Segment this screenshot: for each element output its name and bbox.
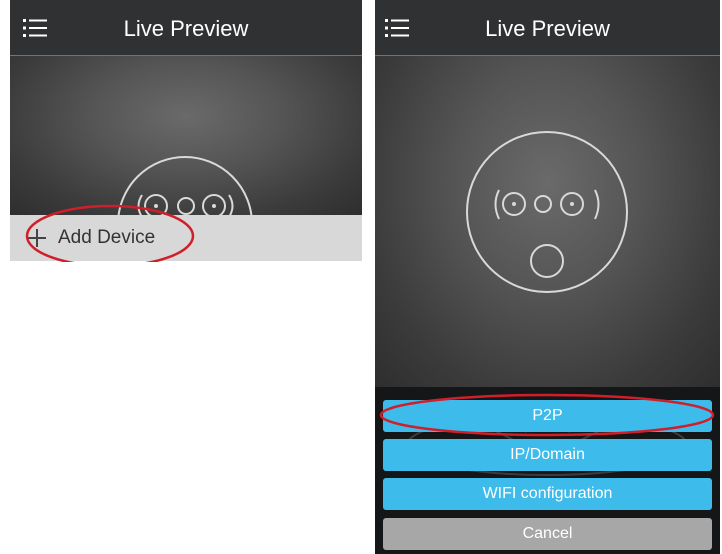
header-bar: Live Preview <box>10 0 362 56</box>
ip-domain-button[interactable]: IP/Domain <box>383 439 712 471</box>
page-title: Live Preview <box>123 16 249 41</box>
plus-icon <box>28 229 46 247</box>
video-preview-area <box>375 56 720 387</box>
left-phone-screen: Live Preview Add Device <box>10 0 362 262</box>
add-device-action-sheet: P2P IP/Domain WIFI configuration Cancel <box>375 387 720 554</box>
p2p-button[interactable]: P2P <box>383 400 712 432</box>
cancel-button[interactable]: Cancel <box>383 518 712 550</box>
no-camera-face-icon <box>117 156 253 215</box>
page-title: Live Preview <box>485 16 610 41</box>
video-preview-area <box>10 56 362 215</box>
no-camera-face-icon <box>466 131 628 293</box>
wifi-configuration-button[interactable]: WIFI configuration <box>383 478 712 510</box>
right-phone-screen: Live Preview P2P IP/Domain WIFI configur… <box>375 0 720 554</box>
header-bar: Live Preview <box>375 0 720 56</box>
add-device-button[interactable]: Add Device <box>10 215 362 261</box>
add-device-label: Add Device <box>58 227 156 248</box>
